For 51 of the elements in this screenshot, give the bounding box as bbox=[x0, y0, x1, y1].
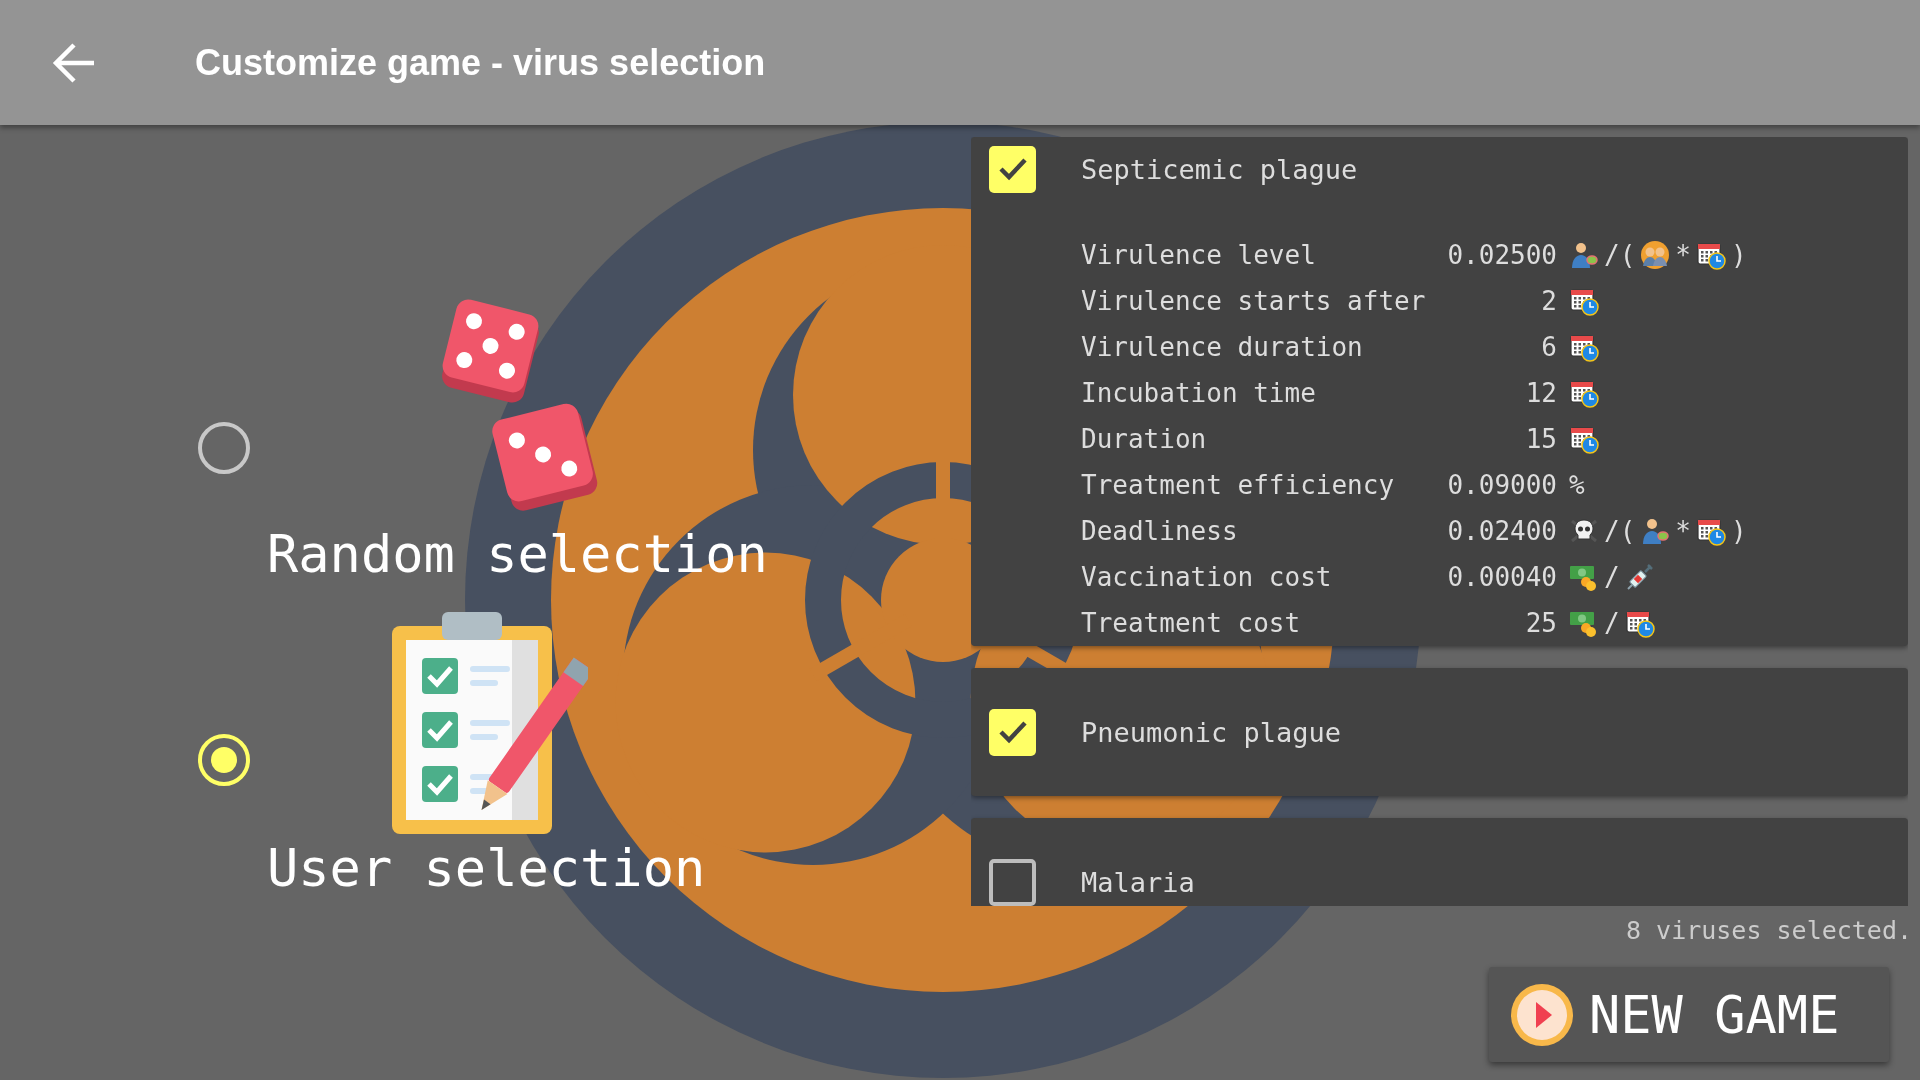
calendar-clock-icon bbox=[1624, 608, 1655, 638]
new-game-button[interactable]: NEW GAME bbox=[1489, 967, 1889, 1062]
stat-value: 0.00040 bbox=[1446, 562, 1557, 592]
unit-text: / bbox=[1604, 608, 1620, 638]
unit-text: /( bbox=[1604, 240, 1636, 270]
stat-label: Virulence level bbox=[1081, 240, 1317, 270]
virus-name: Pneumonic plague bbox=[1081, 716, 1342, 748]
checkmark-icon bbox=[997, 157, 1028, 181]
calendar-clock-icon bbox=[1569, 378, 1599, 408]
unit-text: /( bbox=[1604, 516, 1636, 546]
stat-value: 2 bbox=[1540, 286, 1557, 316]
stat-value: 0.02500 bbox=[1446, 240, 1557, 270]
stat-label: Treatment efficiency bbox=[1081, 470, 1396, 500]
stat-label: Treatment cost bbox=[1081, 608, 1302, 638]
stat-label: Incubation time bbox=[1081, 378, 1317, 408]
stat-label: Duration bbox=[1081, 424, 1208, 454]
calendar-clock-icon bbox=[1569, 286, 1599, 316]
stat-label: Deadliness bbox=[1081, 516, 1239, 546]
calendar-clock-icon bbox=[1695, 516, 1726, 546]
stat-value: 6 bbox=[1540, 332, 1557, 362]
stat-value: 0.02400 bbox=[1446, 516, 1557, 546]
unit-text: ) bbox=[1730, 516, 1747, 546]
stat-value: 25 bbox=[1524, 608, 1557, 638]
unit-text: ) bbox=[1730, 240, 1747, 270]
unit-text: * bbox=[1675, 516, 1691, 546]
stat-label: Virulence duration bbox=[1081, 332, 1364, 362]
virus-name: Septicemic plague bbox=[1081, 153, 1358, 185]
back-arrow-icon bbox=[52, 41, 96, 84]
stat-value: 15 bbox=[1524, 424, 1557, 454]
calendar-clock-icon bbox=[1569, 424, 1599, 454]
checkbox[interactable] bbox=[989, 708, 1036, 756]
radio-button[interactable] bbox=[198, 422, 250, 474]
calendar-clock-icon bbox=[1695, 240, 1726, 270]
selection-status: 8 viruses selected. bbox=[1626, 916, 1912, 945]
checkmark-icon bbox=[997, 720, 1028, 744]
unit-text: / bbox=[1604, 562, 1620, 592]
unit-text: % bbox=[1569, 470, 1585, 500]
stat-label: Vaccination cost bbox=[1081, 562, 1333, 592]
calendar-clock-icon bbox=[1569, 332, 1599, 362]
unit-text: * bbox=[1675, 240, 1691, 270]
checkbox[interactable] bbox=[989, 145, 1036, 193]
stat-label: Virulence starts after bbox=[1081, 286, 1427, 316]
person-icon bbox=[1569, 240, 1599, 270]
screen-title: Customize game - virus selection bbox=[195, 41, 766, 84]
checkbox[interactable] bbox=[989, 858, 1036, 906]
stat-value: 0.09000 bbox=[1446, 470, 1557, 500]
virus-name: Malaria bbox=[1081, 866, 1195, 898]
play-icon bbox=[1509, 981, 1575, 1048]
person-icon bbox=[1640, 516, 1671, 546]
people-icon bbox=[1640, 240, 1671, 270]
stat-value: 12 bbox=[1524, 378, 1557, 408]
